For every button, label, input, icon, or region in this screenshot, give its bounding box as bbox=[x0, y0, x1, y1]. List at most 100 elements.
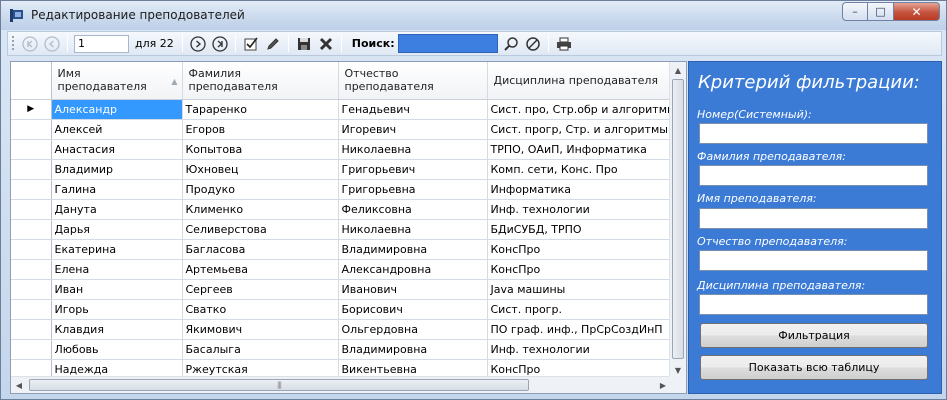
cell-first-name[interactable]: Елена bbox=[51, 259, 183, 280]
clear-search-icon[interactable] bbox=[524, 35, 542, 53]
row-header[interactable] bbox=[11, 259, 52, 280]
cell-first-name[interactable]: Владимир bbox=[51, 159, 183, 180]
checkbox-icon[interactable] bbox=[242, 35, 260, 53]
show-all-button[interactable]: Показать всю таблицу bbox=[700, 355, 928, 380]
cell-discipline[interactable]: Сист. прогр, Стр. и алгоритмы с bbox=[487, 119, 679, 140]
cell-first-name[interactable]: Екатерина bbox=[51, 239, 183, 260]
maximize-button[interactable]: □ bbox=[868, 2, 894, 21]
table-row[interactable]: Владимир Юхновец Григорьевич Комп. сети,… bbox=[11, 159, 679, 180]
cell-patronymic[interactable]: Генадьевич bbox=[338, 99, 488, 120]
teachers-grid[interactable]: Имя преподавателя ▲ Фамилия преподавател… bbox=[10, 61, 687, 394]
cell-patronymic[interactable]: Ольгердовна bbox=[338, 319, 488, 340]
close-button[interactable]: ✕ bbox=[894, 2, 940, 21]
cell-last-name[interactable]: Басалыга bbox=[182, 339, 339, 360]
row-header[interactable] bbox=[11, 319, 52, 340]
cell-last-name[interactable]: Артемьева bbox=[182, 259, 339, 280]
print-icon[interactable] bbox=[555, 35, 573, 53]
table-row[interactable]: Алексей Егоров Игоревич Сист. прогр, Стр… bbox=[11, 119, 679, 140]
vertical-scrollbar[interactable]: ▲ ▼ bbox=[669, 62, 686, 378]
cell-discipline[interactable]: Инф. технологии bbox=[487, 199, 679, 220]
table-row[interactable]: Елена Артемьева Александровна КонсПро bbox=[11, 259, 679, 280]
toolbar-grip[interactable] bbox=[11, 35, 15, 52]
table-row[interactable]: Галина Продуко Григорьевна Информатика bbox=[11, 179, 679, 200]
scroll-up-icon[interactable]: ▲ bbox=[670, 62, 686, 78]
position-input[interactable]: 1 bbox=[74, 34, 129, 53]
cell-first-name[interactable]: Клавдия bbox=[51, 319, 183, 340]
column-header-last-name[interactable]: Фамилия преподавателя bbox=[182, 62, 339, 100]
cell-first-name[interactable]: Алексей bbox=[51, 119, 183, 140]
filter-discipline-input[interactable] bbox=[699, 294, 928, 315]
table-row[interactable]: Клавдия Якимович Ольгердовна ПО граф. ин… bbox=[11, 319, 679, 340]
row-header[interactable] bbox=[11, 239, 52, 260]
cell-patronymic[interactable]: Иванович bbox=[338, 279, 488, 300]
cell-patronymic[interactable]: Александровна bbox=[338, 259, 488, 280]
cell-first-name[interactable]: Александр bbox=[51, 99, 183, 120]
cell-discipline[interactable]: ТРПО, ОАиП, Информатика bbox=[487, 139, 679, 160]
cell-discipline[interactable]: Информатика bbox=[487, 179, 679, 200]
row-header[interactable] bbox=[11, 299, 52, 320]
cell-last-name[interactable]: Копытова bbox=[182, 139, 339, 160]
minimize-button[interactable]: – bbox=[842, 2, 868, 21]
move-previous-icon[interactable] bbox=[43, 35, 61, 53]
horizontal-scroll-thumb[interactable]: ||| bbox=[29, 379, 529, 391]
table-row[interactable]: Игорь Сватко Борисович Сист. прогр. bbox=[11, 299, 679, 320]
table-row[interactable]: Дарья Селиверстова Николаевна БДиСУБД, Т… bbox=[11, 219, 679, 240]
filter-last-name-input[interactable] bbox=[699, 165, 928, 186]
cell-first-name[interactable]: Игорь bbox=[51, 299, 183, 320]
horizontal-scrollbar[interactable]: ◀ ||| ▶ bbox=[11, 376, 686, 393]
cell-patronymic[interactable]: Григорьевич bbox=[338, 159, 488, 180]
cell-discipline[interactable]: БДиСУБД, ТРПО bbox=[487, 219, 679, 240]
row-header[interactable] bbox=[11, 199, 52, 220]
cell-patronymic[interactable]: Феликсовна bbox=[338, 199, 488, 220]
filter-button[interactable]: Фильтрация bbox=[700, 323, 928, 348]
cell-last-name[interactable]: Якимович bbox=[182, 319, 339, 340]
cell-first-name[interactable]: Данута bbox=[51, 199, 183, 220]
cell-patronymic[interactable]: Николаевна bbox=[338, 219, 488, 240]
table-row[interactable]: Анастасия Копытова Николаевна ТРПО, ОАиП… bbox=[11, 139, 679, 160]
cell-last-name[interactable]: Клименко bbox=[182, 199, 339, 220]
cell-last-name[interactable]: Сватко bbox=[182, 299, 339, 320]
move-next-icon[interactable] bbox=[189, 35, 207, 53]
filter-id-input[interactable] bbox=[699, 123, 928, 144]
filter-first-name-input[interactable] bbox=[699, 208, 928, 229]
row-header-corner[interactable] bbox=[11, 62, 52, 100]
row-header[interactable] bbox=[11, 179, 52, 200]
cell-discipline[interactable]: ПО граф. инф., ПрСрСоздИнП bbox=[487, 319, 679, 340]
cell-first-name[interactable]: Любовь bbox=[51, 339, 183, 360]
cell-discipline[interactable]: КонсПро bbox=[487, 239, 679, 260]
vertical-scroll-thumb[interactable] bbox=[672, 79, 684, 359]
cell-patronymic[interactable]: Игоревич bbox=[338, 119, 488, 140]
column-header-first-name[interactable]: Имя преподавателя ▲ bbox=[51, 62, 183, 100]
cell-last-name[interactable]: Тараренко bbox=[182, 99, 339, 120]
delete-icon[interactable] bbox=[317, 35, 335, 53]
cell-patronymic[interactable]: Владимировна bbox=[338, 339, 488, 360]
column-header-discipline[interactable]: Дисциплина преподавателя bbox=[487, 62, 679, 100]
move-first-icon[interactable] bbox=[21, 35, 39, 53]
table-row[interactable]: Иван Сергеев Иванович Java машины bbox=[11, 279, 679, 300]
column-header-patronymic[interactable]: Отчество преподавателя bbox=[338, 62, 488, 100]
row-header[interactable] bbox=[11, 119, 52, 140]
row-header[interactable]: ▶ bbox=[11, 99, 52, 120]
cell-last-name[interactable]: Селиверстова bbox=[182, 219, 339, 240]
cell-last-name[interactable]: Егоров bbox=[182, 119, 339, 140]
table-row[interactable]: Данута Клименко Феликсовна Инф. технолог… bbox=[11, 199, 679, 220]
cell-first-name[interactable]: Галина bbox=[51, 179, 183, 200]
table-row[interactable]: ▶ Александр Тараренко Генадьевич Сист. п… bbox=[11, 99, 679, 120]
cell-discipline[interactable]: Комп. сети, Конс. Про bbox=[487, 159, 679, 180]
cell-first-name[interactable]: Дарья bbox=[51, 219, 183, 240]
row-header[interactable] bbox=[11, 159, 52, 180]
row-header[interactable] bbox=[11, 139, 52, 160]
title-bar[interactable]: Редактирование преподователей – □ ✕ bbox=[1, 1, 946, 30]
save-icon[interactable] bbox=[295, 35, 313, 53]
cell-patronymic[interactable]: Борисович bbox=[338, 299, 488, 320]
edit-pen-icon[interactable] bbox=[264, 35, 282, 53]
cell-patronymic[interactable]: Владимировна bbox=[338, 239, 488, 260]
cell-patronymic[interactable]: Николаевна bbox=[338, 139, 488, 160]
table-row[interactable]: Любовь Басалыга Владимировна Инф. технол… bbox=[11, 339, 679, 360]
search-input[interactable] bbox=[397, 34, 498, 53]
cell-last-name[interactable]: Багласова bbox=[182, 239, 339, 260]
move-last-icon[interactable] bbox=[211, 35, 229, 53]
table-row[interactable]: Екатерина Багласова Владимировна КонсПро bbox=[11, 239, 679, 260]
scroll-left-icon[interactable]: ◀ bbox=[11, 377, 27, 393]
search-icon[interactable] bbox=[502, 35, 520, 53]
